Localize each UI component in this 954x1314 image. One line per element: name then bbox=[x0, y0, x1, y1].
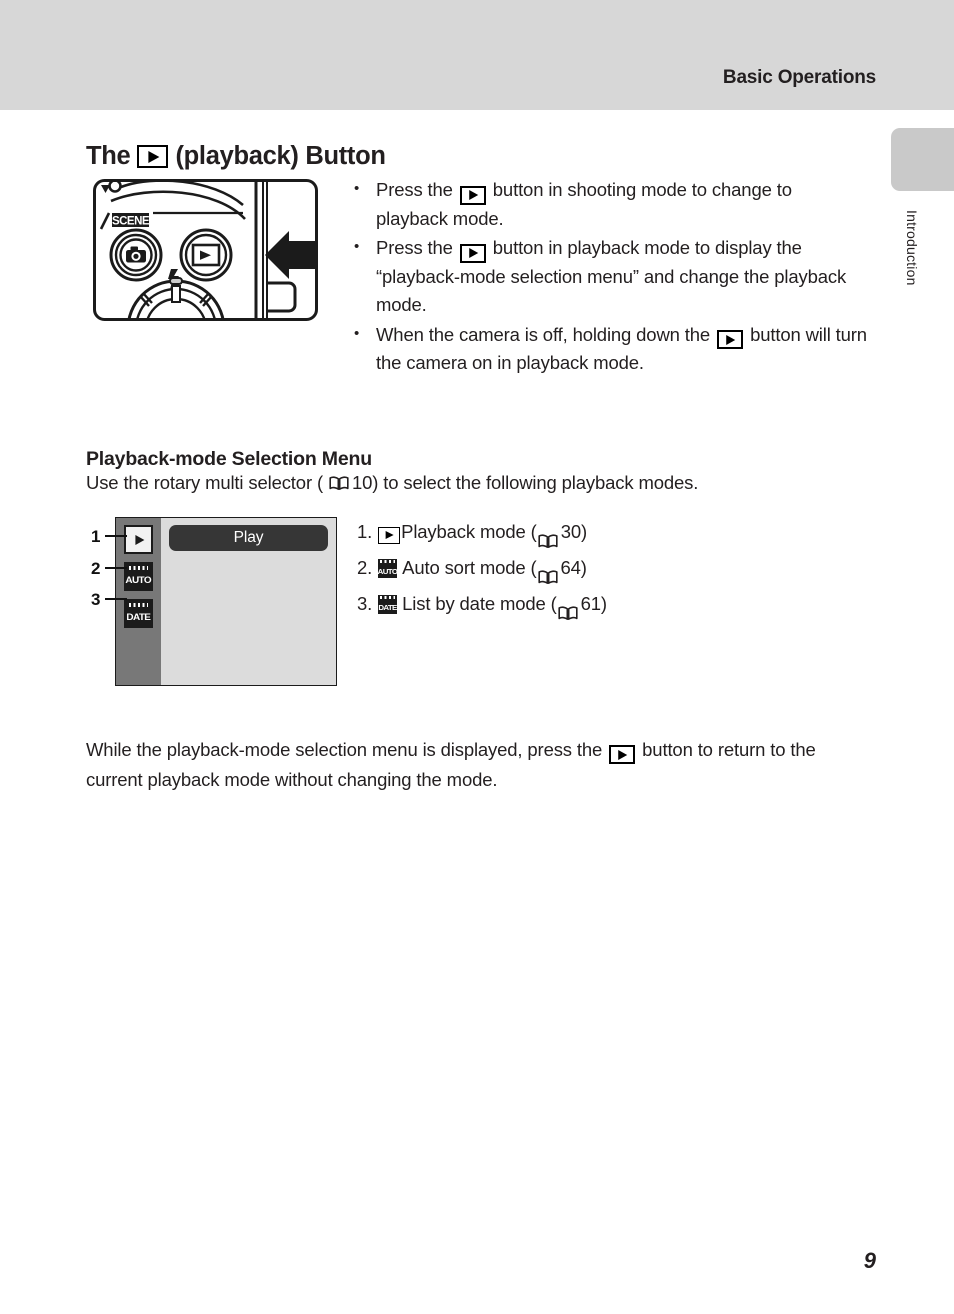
subsection-heading: Playback-mode Selection Menu bbox=[86, 448, 372, 471]
list-by-date-mode-icon[interactable]: DATE bbox=[124, 599, 153, 628]
playback-mode-selection-menu-screen: AUTO DATE Play bbox=[115, 517, 337, 686]
list-item-label: Auto sort mode ( bbox=[402, 557, 537, 578]
intro-ref-page: 10 bbox=[351, 472, 373, 493]
side-tab-marker bbox=[891, 128, 954, 191]
calendar-top-rings bbox=[380, 596, 396, 599]
list-item-close-paren: ) bbox=[600, 593, 607, 614]
subsection-intro-text: Use the rotary multi selector ( 10) to s… bbox=[86, 469, 698, 497]
bullet-text-pre: Press the bbox=[376, 237, 453, 258]
book-icon bbox=[538, 525, 558, 548]
playback-button-icon bbox=[609, 745, 636, 765]
playback-button-icon bbox=[137, 145, 169, 169]
list-by-date-icon-label: DATE bbox=[126, 611, 152, 623]
list-by-date-mode-icon: DATE bbox=[378, 594, 397, 614]
callout-number-3: 3 bbox=[91, 590, 101, 609]
list-item-page-ref: 64 bbox=[560, 557, 581, 578]
intro-text-pre: Use the rotary multi selector ( bbox=[86, 472, 323, 493]
auto-sort-icon-label: AUTO bbox=[377, 567, 398, 576]
list-item-close-paren: ) bbox=[580, 557, 587, 578]
section-title: Basic Operations bbox=[722, 67, 876, 88]
book-icon bbox=[329, 471, 349, 490]
list-item-index: 2. bbox=[357, 557, 373, 578]
list-item-index: 1. bbox=[357, 521, 373, 542]
auto-sort-mode-icon[interactable]: AUTO bbox=[124, 562, 153, 591]
callout-leader-line-3 bbox=[105, 598, 127, 601]
list-item-page-ref: 61 bbox=[580, 593, 601, 614]
list-item: 3. DATE List by date mode ( 61 ) bbox=[357, 586, 607, 622]
page-title-suffix: (playback) Button bbox=[175, 142, 386, 171]
list-item-index: 3. bbox=[357, 593, 373, 614]
bullet-text-pre: Press the bbox=[376, 179, 453, 200]
menu-content-area: Play bbox=[161, 518, 336, 685]
page-title-prefix: The bbox=[86, 142, 131, 171]
calendar-top-rings bbox=[129, 603, 148, 607]
book-icon bbox=[537, 561, 558, 584]
selected-mode-pill[interactable]: Play bbox=[169, 525, 328, 551]
list-item: Press the button in shooting mode to cha… bbox=[348, 175, 868, 233]
playback-mode-icon[interactable] bbox=[124, 525, 153, 554]
intro-text-post: ) to select the following playback modes… bbox=[372, 472, 699, 493]
auto-sort-icon-label: AUTO bbox=[125, 574, 152, 586]
list-item-page-ref: 30 bbox=[560, 521, 581, 542]
calendar-top-rings bbox=[380, 560, 396, 563]
list-item: 2. AUTO Auto sort mode ( 64 ) bbox=[357, 550, 607, 586]
playback-button-icon bbox=[459, 243, 486, 263]
playback-button-bullet-list: Press the button in shooting mode to cha… bbox=[348, 175, 868, 379]
playback-button-icon bbox=[717, 330, 744, 350]
calendar-top-rings bbox=[129, 566, 148, 570]
closing-text-pre: While the playback-mode selection menu i… bbox=[86, 738, 603, 760]
svg-text:SCENE: SCENE bbox=[112, 215, 150, 227]
camera-rear-buttons-illustration: SCENE bbox=[93, 179, 318, 321]
list-item-label: List by date mode ( bbox=[402, 593, 557, 614]
list-by-date-icon-label: DATE bbox=[378, 603, 397, 612]
playback-button-icon bbox=[459, 185, 486, 205]
list-item: When the camera is off, holding down the… bbox=[348, 320, 868, 378]
list-item: Press the button in playback mode to dis… bbox=[348, 233, 868, 320]
bullet-text-pre: When the camera is off, holding down the bbox=[376, 323, 711, 345]
auto-sort-mode-icon: AUTO bbox=[377, 558, 398, 578]
callout-leader-line-2 bbox=[105, 567, 127, 570]
side-tab-label: Introduction bbox=[904, 210, 920, 286]
menu-mode-rail: AUTO DATE bbox=[116, 518, 161, 685]
list-item-label: Playback mode ( bbox=[401, 521, 537, 542]
closing-paragraph: While the playback-mode selection menu i… bbox=[86, 735, 876, 795]
list-item-close-paren: ) bbox=[580, 521, 587, 542]
page-number: 9 bbox=[863, 1248, 876, 1273]
page-header-band bbox=[0, 0, 954, 110]
callout-number-2: 2 bbox=[91, 559, 101, 578]
page-title: The (playback) Button bbox=[86, 142, 386, 171]
playback-mode-numbered-list: 1. Playback mode ( 30 ) 2. AUTO Auto sor… bbox=[357, 514, 607, 622]
book-icon bbox=[558, 597, 578, 620]
callout-number-1: 1 bbox=[91, 527, 101, 546]
callout-leader-line-1 bbox=[105, 535, 127, 538]
list-item: 1. Playback mode ( 30 ) bbox=[357, 514, 607, 550]
playback-button-icon bbox=[378, 526, 401, 544]
